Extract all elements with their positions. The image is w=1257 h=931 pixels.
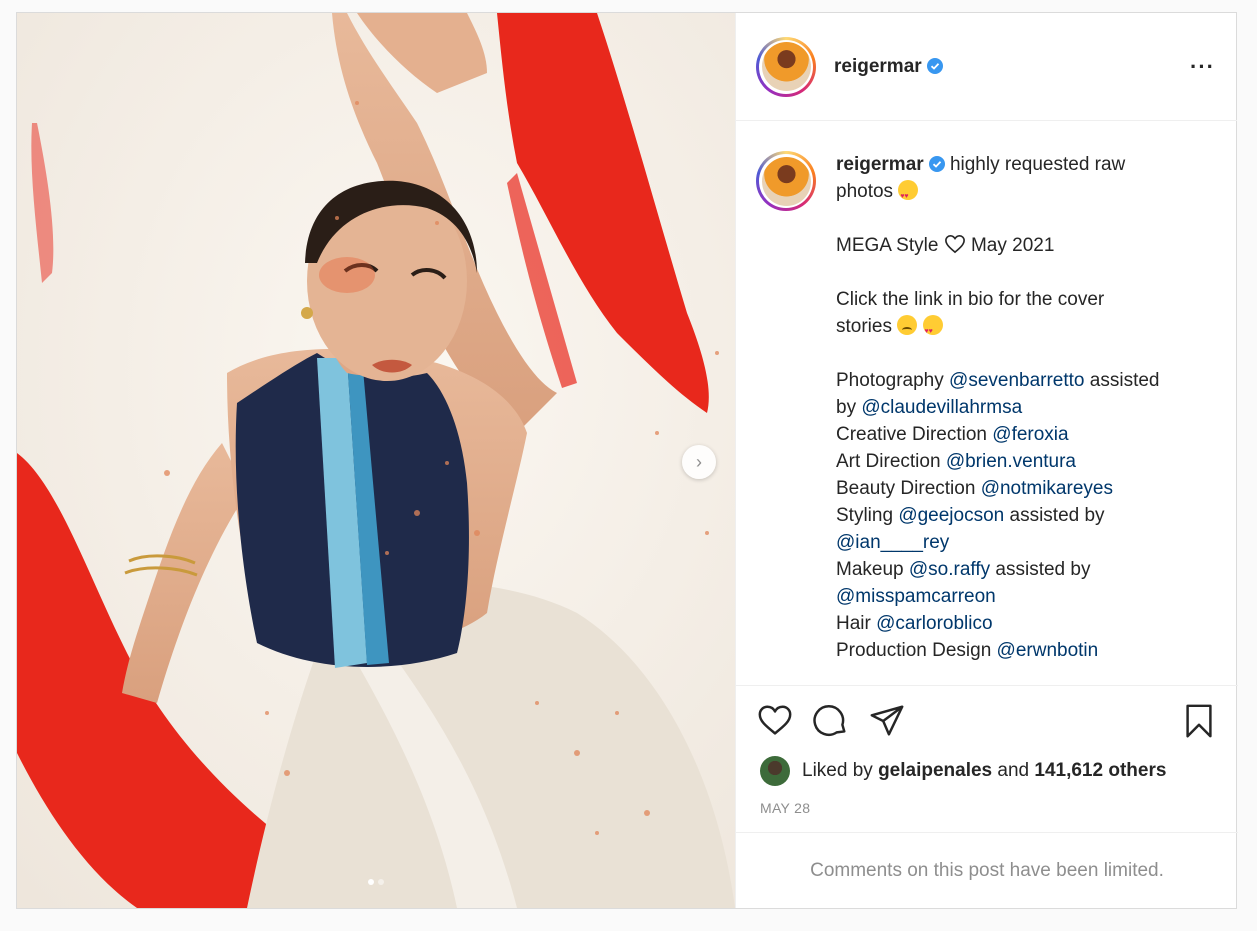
caption-author-avatar[interactable] — [756, 151, 816, 211]
verified-badge-icon — [926, 57, 943, 74]
credit-line: @ian____rey — [836, 529, 1196, 556]
caption-avatar-image — [761, 156, 811, 206]
mention-link[interactable]: @ian____rey — [836, 532, 949, 553]
mention-link[interactable]: @carloroblico — [876, 613, 992, 634]
caption-text: reigermar highly requested raw photos ME… — [836, 151, 1196, 664]
carousel-next-button[interactable]: › — [682, 445, 716, 479]
credit-line: Beauty Direction @notmikareyes — [836, 478, 1113, 499]
smiling-face-with-hearts-icon — [922, 315, 943, 345]
send-icon[interactable] — [868, 702, 906, 740]
comment-icon[interactable] — [812, 702, 850, 740]
verified-badge-icon — [928, 156, 945, 172]
credit-line: Photography @sevenbarretto assisted — [836, 370, 1160, 391]
comments-limited-notice: Comments on this post have been limited. — [736, 832, 1238, 909]
credit-line: by @claudevillahrmsa — [836, 397, 1023, 418]
mention-link[interactable]: @feroxia — [992, 424, 1068, 445]
post-actions-section: Liked by gelaipenales and 141,612 others… — [736, 685, 1238, 909]
carousel-dot — [378, 879, 384, 885]
likes-summary: Liked by gelaipenales and 141,612 others — [736, 756, 1238, 786]
post-dialog: › reigermar ··· reigermar highly request… — [16, 12, 1238, 909]
post-photo[interactable]: › — [17, 13, 735, 908]
mention-link[interactable]: @erwnbotin — [997, 640, 1099, 661]
credit-line: Creative Direction @feroxia — [836, 424, 1069, 445]
action-bar — [736, 686, 1238, 756]
caption-line: MEGA Style — [836, 235, 939, 256]
caption-line: Click the link in bio for the cover — [836, 289, 1105, 310]
carousel-dot-active — [368, 879, 374, 885]
caption-line: May 2021 — [970, 235, 1055, 256]
smiling-face-with-hearts-icon — [898, 180, 919, 210]
post-side-panel: reigermar ··· reigermar highly requested… — [735, 13, 1238, 909]
carousel-indicator — [17, 879, 735, 885]
likes-prefix: Liked by — [802, 760, 873, 781]
more-options-button[interactable]: ··· — [1190, 53, 1215, 79]
author-username: reigermar — [834, 55, 922, 77]
heart-icon[interactable] — [756, 702, 794, 740]
likes-joiner: and — [997, 760, 1030, 781]
pleading-face-icon — [897, 315, 918, 335]
mention-link[interactable]: @sevenbarretto — [949, 370, 1084, 391]
credit-line: Production Design @erwnbotin — [836, 640, 1099, 661]
liker-username[interactable]: gelaipenales — [878, 760, 992, 782]
mention-link[interactable]: @brien.ventura — [946, 451, 1076, 472]
credit-line: Art Direction @brien.ventura — [836, 451, 1077, 472]
more-horizontal-icon: ··· — [1190, 53, 1215, 79]
credit-line: Makeup @so.raffy assisted by — [836, 559, 1091, 580]
mention-link[interactable]: @claudevillahrmsa — [861, 397, 1022, 418]
mention-link[interactable]: @misspamcarreon — [836, 586, 996, 607]
caption-line: stories — [836, 316, 892, 337]
mention-link[interactable]: @notmikareyes — [981, 478, 1113, 499]
photo-artwork — [17, 13, 735, 908]
caption: reigermar highly requested raw photos ME… — [756, 151, 1218, 664]
bookmark-icon[interactable] — [1180, 702, 1218, 740]
post-date[interactable]: MAY 28 — [736, 800, 1238, 816]
post-header: reigermar ··· — [736, 13, 1237, 121]
credit-line: Styling @geejocson assisted by — [836, 505, 1105, 526]
white-heart-icon — [944, 234, 965, 254]
caption-scroll-area[interactable]: reigermar highly requested raw photos ME… — [736, 121, 1238, 685]
author-avatar[interactable] — [756, 36, 816, 97]
chevron-right-icon: › — [696, 451, 702, 472]
mention-link[interactable]: @geejocson — [898, 505, 1004, 526]
author-avatar-image — [761, 42, 811, 91]
author-username-link[interactable]: reigermar — [834, 56, 943, 78]
caption-line: photos — [836, 181, 894, 202]
liker-avatar[interactable] — [760, 756, 790, 786]
credit-line: @misspamcarreon — [836, 583, 1196, 610]
caption-username[interactable]: reigermar — [836, 154, 924, 175]
likes-count[interactable]: 141,612 others — [1034, 760, 1166, 782]
credit-line: Hair @carloroblico — [836, 613, 993, 634]
mention-link[interactable]: @so.raffy — [909, 559, 990, 580]
caption-line: highly requested raw — [949, 154, 1126, 175]
